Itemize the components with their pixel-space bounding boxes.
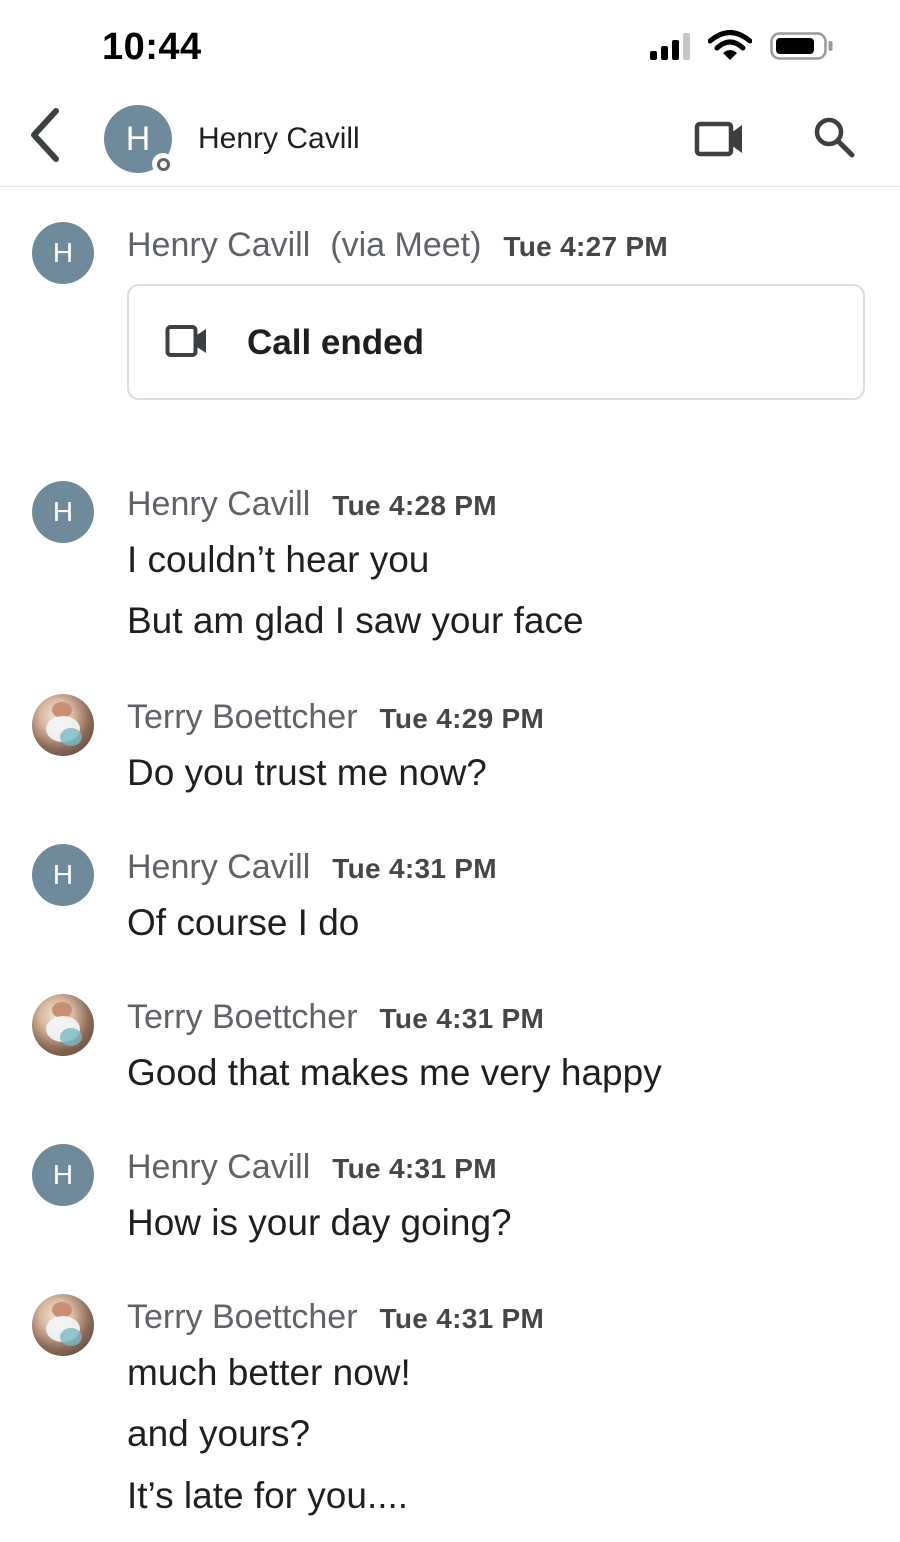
message-time: Tue 4:27 PM (503, 231, 669, 262)
message-time: Tue 4:31 PM (332, 1153, 497, 1184)
message-text[interactable]: It’s late for you.... (127, 1475, 408, 1517)
chat-header: H Henry Cavill (0, 95, 900, 187)
call-ended-card[interactable]: Call ended (127, 284, 865, 400)
via-label: (via Meet) (330, 226, 482, 264)
message-meta: Henry Cavill Tue 4:28 PM (127, 485, 497, 524)
contact-name[interactable]: Henry Cavill (198, 122, 360, 156)
sender-name: Terry Boettcher (127, 1298, 358, 1336)
status-icons (650, 30, 834, 62)
message-text[interactable]: But am glad I saw your face (127, 600, 584, 642)
status-bar: 10:44 (0, 0, 900, 95)
message-time: Tue 4:31 PM (379, 1003, 545, 1034)
message-time: Tue 4:31 PM (379, 1303, 545, 1334)
back-button[interactable] (20, 105, 72, 165)
video-camera-icon (165, 325, 206, 357)
call-ended-label: Call ended (247, 323, 424, 362)
message-list[interactable]: H Henry Cavill (via Meet) Tue 4:27 PM Ca… (0, 188, 900, 1542)
message-text[interactable]: How is your day going? (127, 1202, 512, 1244)
search-icon (814, 117, 855, 158)
presence-status-icon (152, 153, 174, 175)
message-meta: Henry Cavill Tue 4:31 PM (127, 1148, 497, 1187)
message-text[interactable]: Good that makes me very happy (127, 1052, 662, 1094)
sender-name: Henry Cavill (127, 485, 311, 523)
message-time: Tue 4:31 PM (332, 853, 497, 884)
search-button[interactable] (810, 113, 858, 161)
contact-avatar[interactable]: H (104, 105, 174, 175)
sender-name: Henry Cavill (127, 1148, 311, 1186)
message-meta: Henry Cavill (via Meet) Tue 4:27 PM (127, 226, 668, 265)
avatar-letter: H (52, 237, 74, 268)
cellular-signal-icon (650, 32, 690, 60)
message-time: Tue 4:29 PM (379, 703, 545, 734)
message-meta: Henry Cavill Tue 4:31 PM (127, 848, 497, 887)
message-text[interactable]: Of course I do (127, 902, 359, 944)
avatar[interactable] (32, 994, 94, 1056)
video-camera-icon (694, 121, 742, 157)
avatar-letter: H (52, 496, 74, 527)
message-text[interactable]: I couldn’t hear you (127, 539, 429, 581)
sender-name: Terry Boettcher (127, 998, 358, 1036)
avatar[interactable]: H (32, 1144, 94, 1206)
sender-name: Terry Boettcher (127, 698, 358, 736)
status-time: 10:44 (102, 26, 202, 68)
avatar-letter: H (52, 1159, 74, 1190)
video-call-button[interactable] (694, 119, 746, 159)
wifi-icon (708, 30, 752, 60)
sender-name: Henry Cavill (127, 226, 311, 264)
message-meta: Terry Boettcher Tue 4:29 PM (127, 698, 544, 737)
contact-avatar-letter: H (125, 119, 151, 158)
battery-icon (770, 32, 833, 60)
message-text[interactable]: and yours? (127, 1413, 310, 1455)
avatar-letter: H (52, 859, 74, 890)
avatar[interactable]: H (32, 481, 94, 543)
avatar[interactable]: H (32, 222, 94, 284)
message-meta: Terry Boettcher Tue 4:31 PM (127, 1298, 544, 1337)
avatar[interactable] (32, 694, 94, 756)
sender-name: Henry Cavill (127, 848, 311, 886)
avatar[interactable] (32, 1294, 94, 1356)
message-meta: Terry Boettcher Tue 4:31 PM (127, 998, 544, 1037)
message-text[interactable]: much better now! (127, 1352, 411, 1394)
message-time: Tue 4:28 PM (332, 490, 497, 521)
message-text[interactable]: Do you trust me now? (127, 752, 487, 794)
chevron-left-icon (31, 108, 59, 162)
avatar[interactable]: H (32, 844, 94, 906)
